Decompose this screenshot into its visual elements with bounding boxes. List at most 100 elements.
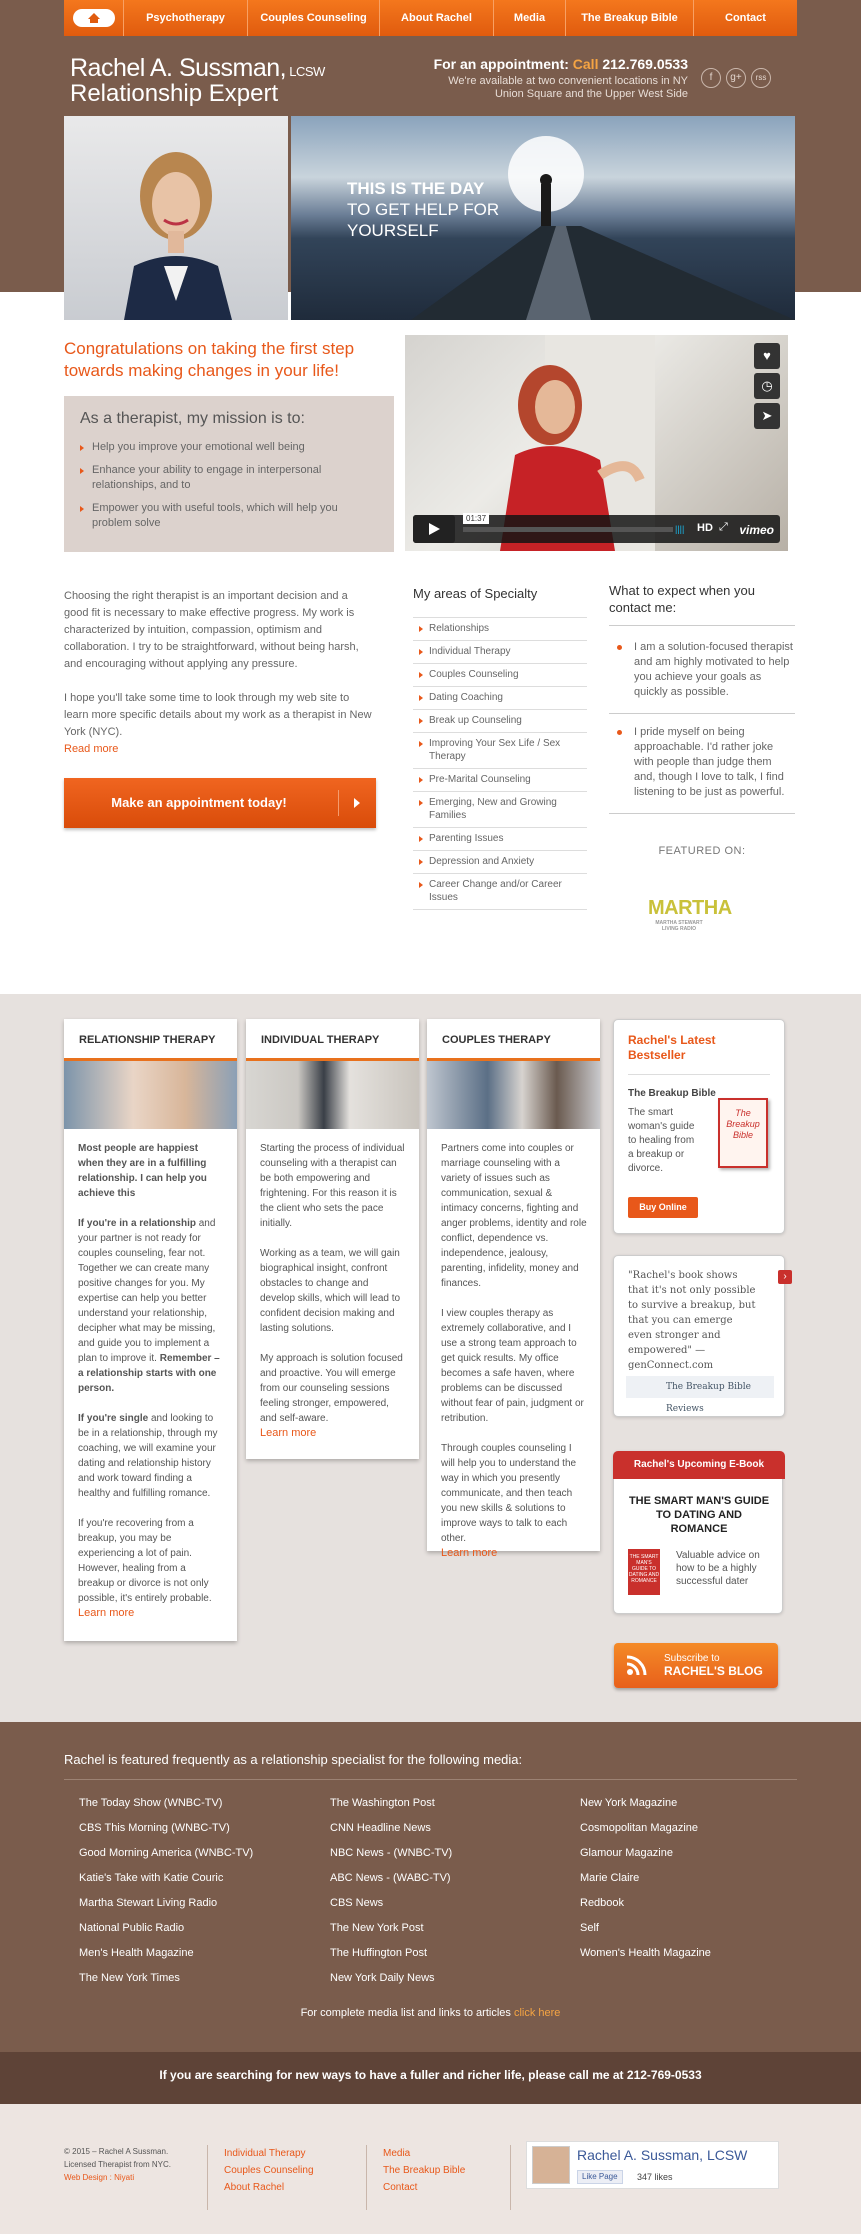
facebook-page-name[interactable]: Rachel A. Sussman, LCSW — [577, 2147, 747, 2163]
like-count: 347 likes — [637, 2172, 673, 2182]
divider — [609, 625, 795, 626]
volume-icon[interactable]: |||| — [675, 524, 684, 534]
hd-button[interactable]: HD — [697, 522, 713, 534]
media-item: Good Morning America (WNBC-TV) — [79, 1847, 254, 1859]
specialty-item[interactable]: Individual Therapy — [413, 641, 587, 664]
book-cover[interactable]: The Breakup Bible — [718, 1098, 768, 1168]
card-body: Starting the process of individual couns… — [260, 1141, 406, 1441]
nav-contact[interactable]: Contact — [694, 0, 797, 36]
specialty-item[interactable]: Break up Counseling — [413, 710, 587, 733]
footer-link[interactable]: Media — [383, 2145, 465, 2162]
specialty-item[interactable]: Relationships — [413, 617, 587, 641]
footer-link[interactable]: About Rachel — [224, 2179, 314, 2196]
intro-paragraph: Choosing the right therapist is an impor… — [64, 590, 359, 670]
footer-link[interactable]: Couples Counseling — [224, 2162, 314, 2179]
media-item: CBS News — [330, 1897, 384, 1909]
media-item: CNN Headline News — [330, 1822, 431, 1834]
ebook-widget: Rachel's Upcoming E-Book THE SMART MAN'S… — [613, 1451, 785, 1614]
book-description: The smart woman's guide to healing from … — [628, 1107, 695, 1174]
specialty-item[interactable]: Dating Coaching — [413, 687, 587, 710]
brand-tagline: Relationship Expert — [70, 80, 279, 107]
couples-therapy-card: COUPLES THERAPY Partners come into coupl… — [427, 1019, 600, 1559]
specialty-item[interactable]: Improving Your Sex Life / Sex Therapy — [413, 733, 587, 769]
media-item: The New York Times — [79, 1972, 180, 1984]
blog-line-2: RACHEL'S BLOG — [664, 1664, 763, 1678]
divider — [609, 713, 795, 714]
brand-name[interactable]: Rachel A. Sussman, LCSW — [70, 54, 325, 83]
media-item: Martha Stewart Living Radio — [79, 1897, 218, 1909]
read-more-link[interactable]: Read more — [64, 743, 118, 755]
learn-more-link[interactable]: Learn more — [441, 1547, 497, 1559]
nav-breakup-bible[interactable]: The Breakup Bible — [566, 0, 694, 36]
cta-label: Make an appointment today! — [111, 795, 287, 810]
media-item: The New York Post — [330, 1922, 424, 1934]
fullscreen-icon[interactable]: ⤢ — [719, 521, 728, 534]
media-title: Rachel is featured frequently as a relat… — [64, 1752, 523, 1767]
media-item: Redbook — [580, 1897, 625, 1909]
appointment-cta-button[interactable]: Make an appointment today! — [64, 778, 376, 828]
therapy-session-photo — [246, 1061, 419, 1129]
footer-link[interactable]: The Breakup Bible — [383, 2162, 465, 2179]
media-item: ABC News - (WABC-TV) — [330, 1872, 451, 1884]
martha-stewart-logo[interactable]: MARTHA MARTHA STEWART LIVING RADIO — [648, 897, 732, 932]
buy-online-button[interactable]: Buy Online — [628, 1197, 698, 1218]
specialty-item[interactable]: Pre-Marital Counseling — [413, 769, 587, 792]
intro-paragraph: I hope you'll take some time to look thr… — [64, 692, 372, 738]
nav-about-rachel[interactable]: About Rachel — [380, 0, 494, 36]
media-item: National Public Radio — [79, 1922, 185, 1934]
click-here-link[interactable]: click here — [514, 2007, 560, 2019]
callout-prefix: If you are searching for new ways to hav… — [159, 2068, 569, 2082]
license-line: Licensed Therapist from NYC. — [64, 2160, 172, 2169]
callout-text: If you are searching for new ways to hav… — [0, 2068, 861, 2082]
card-text: My approach is solution focused and proa… — [260, 1353, 403, 1424]
specialty-item[interactable]: Parenting Issues — [413, 828, 587, 851]
learn-more-link[interactable]: Learn more — [260, 1427, 316, 1439]
media-item: New York Daily News — [330, 1972, 435, 1984]
heart-icon[interactable]: ♥ — [754, 343, 780, 369]
card-body: Most people are happiest when they are i… — [78, 1141, 224, 1621]
ebook-header: Rachel's Upcoming E-Book — [613, 1451, 785, 1479]
nav-couples-counseling[interactable]: Couples Counseling — [248, 0, 380, 36]
card-title: COUPLES THERAPY — [427, 1019, 600, 1061]
footer-links-2: Media The Breakup Bible Contact — [366, 2145, 465, 2210]
specialty-item[interactable]: Emerging, New and Growing Families — [413, 792, 587, 828]
specialty-item[interactable]: Couples Counseling — [413, 664, 587, 687]
clock-icon[interactable]: ◷ — [754, 373, 780, 399]
facebook-icon[interactable]: f — [701, 68, 721, 88]
phone-number[interactable]: 212.769.0533 — [602, 56, 688, 72]
media-item: CBS This Morning (WNBC-TV) — [79, 1822, 230, 1834]
media-item: The Huffington Post — [330, 1947, 428, 1959]
vimeo-logo[interactable]: vimeo — [739, 523, 774, 537]
mission-item: Empower you with useful tools, which wil… — [80, 501, 380, 531]
ebook-cover[interactable]: THE SMART MAN'S GUIDE TO DATING AND ROMA… — [628, 1549, 660, 1595]
bestseller-widget: Rachel's Latest Bestseller The Breakup B… — [613, 1019, 785, 1234]
specialty-item[interactable]: Depression and Anxiety — [413, 851, 587, 874]
google-plus-icon[interactable]: g+ — [726, 68, 746, 88]
specialty-list: Relationships Individual Therapy Couples… — [413, 617, 587, 910]
play-button[interactable] — [413, 515, 455, 543]
like-page-button[interactable]: Like Page — [577, 2170, 623, 2184]
specialty-item[interactable]: Career Change and/or Career Issues — [413, 874, 587, 910]
card-bold: If you're single — [78, 1413, 149, 1424]
call-me-link[interactable]: call me at 212-769-0533 — [569, 2068, 702, 2082]
home-button[interactable] — [64, 0, 124, 36]
nav-psychotherapy[interactable]: Psychotherapy — [124, 0, 248, 36]
learn-more-link[interactable]: Learn more — [78, 1607, 134, 1619]
mission-title: As a therapist, my mission is to: — [80, 410, 305, 427]
blog-label: Subscribe to RACHEL'S BLOG — [664, 1652, 763, 1679]
copyright: © 2015 – Rachel A Sussman. Licensed Ther… — [64, 2145, 171, 2184]
send-icon[interactable]: ➤ — [754, 403, 780, 429]
subscribe-blog-button[interactable]: Subscribe to RACHEL'S BLOG — [614, 1643, 778, 1688]
rss-icon[interactable]: rss — [751, 68, 771, 88]
expect-item: I pride myself on being approachable. I'… — [609, 725, 795, 800]
nav-media[interactable]: Media — [494, 0, 566, 36]
progress-bar[interactable] — [463, 527, 673, 532]
divider — [609, 813, 795, 814]
reviews-link[interactable]: The Breakup Bible Reviews — [626, 1376, 774, 1414]
media-item: Glamour Magazine — [580, 1847, 673, 1859]
next-arrow-icon[interactable]: › — [778, 1270, 792, 1284]
web-design-link[interactable]: Web Design : Niyati — [64, 2173, 134, 2182]
video-player[interactable]: ♥ ◷ ➤ |||| HD ⤢ 01:37 vimeo — [405, 335, 788, 551]
footer-link[interactable]: Contact — [383, 2179, 465, 2196]
footer-link[interactable]: Individual Therapy — [224, 2145, 314, 2162]
